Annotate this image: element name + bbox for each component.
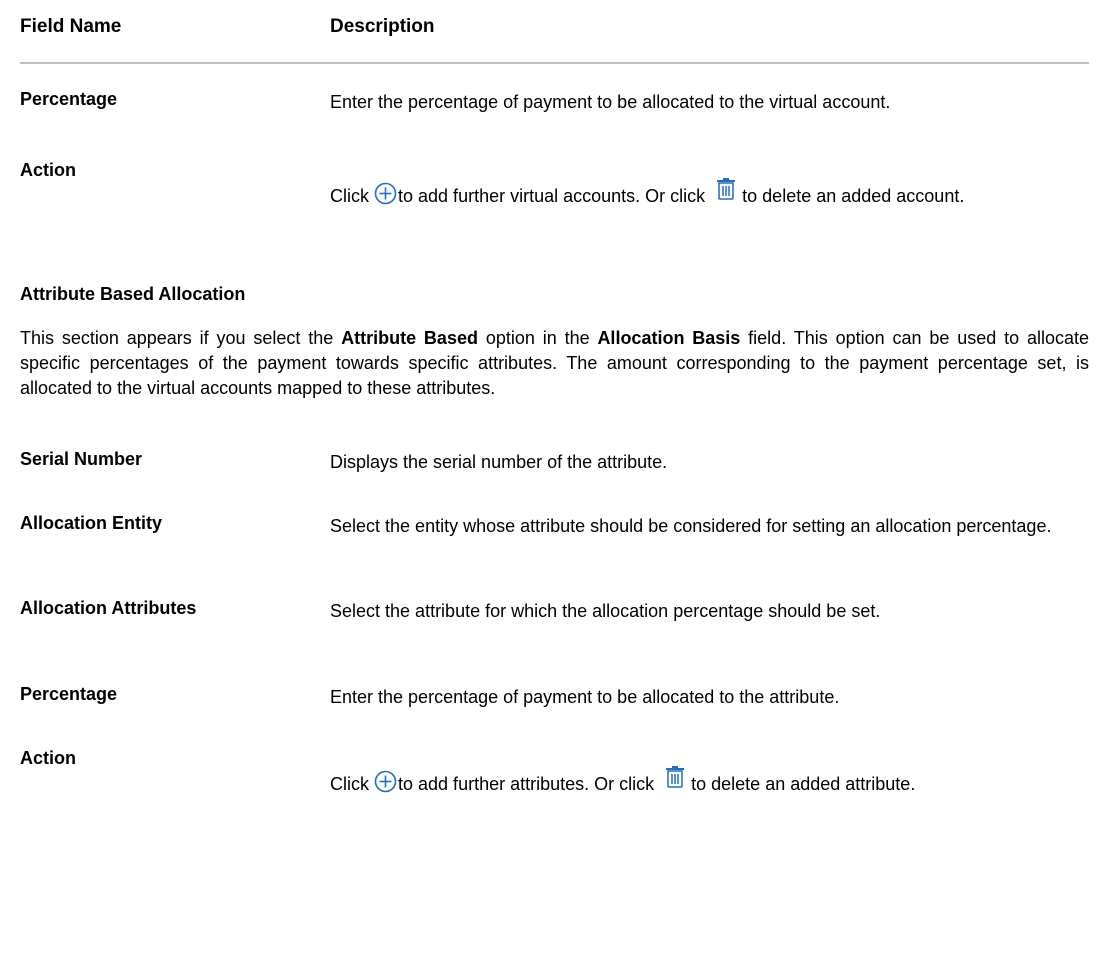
add-circle-icon[interactable] xyxy=(374,182,397,213)
desc-click-text: Click xyxy=(330,186,369,206)
desc-middle-text: to add further virtual accounts. Or clic… xyxy=(398,186,706,206)
para-text: option in the xyxy=(477,328,598,348)
para-bold-text: Allocation Basis xyxy=(597,328,741,348)
field-name: Action xyxy=(20,160,76,180)
field-name: Serial Number xyxy=(20,449,143,469)
field-description: Click to add further attributes. Or clic… xyxy=(330,766,1089,801)
desc-end-text: to delete an added attribute. xyxy=(691,774,916,794)
table-header: Field Name Description xyxy=(20,16,1089,44)
field-description: Enter the percentage of payment to be al… xyxy=(330,92,891,112)
document-page: Field Name Description Percentage Enter … xyxy=(0,0,1109,968)
add-circle-icon[interactable] xyxy=(374,770,397,801)
header-divider xyxy=(20,62,1089,64)
field-name: Allocation Entity xyxy=(20,513,163,533)
header-description: Description xyxy=(330,16,435,37)
field-description: Click to add further virtual accounts. O… xyxy=(330,178,1089,213)
field-name: Action xyxy=(20,748,76,768)
desc-middle-text: to add further attributes. Or click xyxy=(398,774,655,794)
section-title: Attribute Based Allocation xyxy=(20,284,246,304)
para-bold-text: Attribute Based xyxy=(341,328,478,348)
field-name: Percentage xyxy=(20,684,118,704)
field-name: Percentage xyxy=(20,89,118,109)
field-description: Select the attribute for which the alloc… xyxy=(330,601,881,621)
desc-end-text: to delete an added account. xyxy=(742,186,965,206)
section-paragraph: This section appears if you select the A… xyxy=(20,326,1089,401)
desc-click-text: Click xyxy=(330,774,369,794)
header-field-name: Field Name xyxy=(20,16,122,37)
trash-icon[interactable] xyxy=(665,766,685,796)
para-text: This section appears if you select the xyxy=(20,328,342,348)
trash-icon[interactable] xyxy=(716,178,736,208)
field-description: Select the entity whose attribute should… xyxy=(330,516,1052,536)
field-name: Allocation Attributes xyxy=(20,598,197,618)
field-description: Displays the serial number of the attrib… xyxy=(330,452,668,472)
field-description: Enter the percentage of payment to be al… xyxy=(330,687,840,707)
